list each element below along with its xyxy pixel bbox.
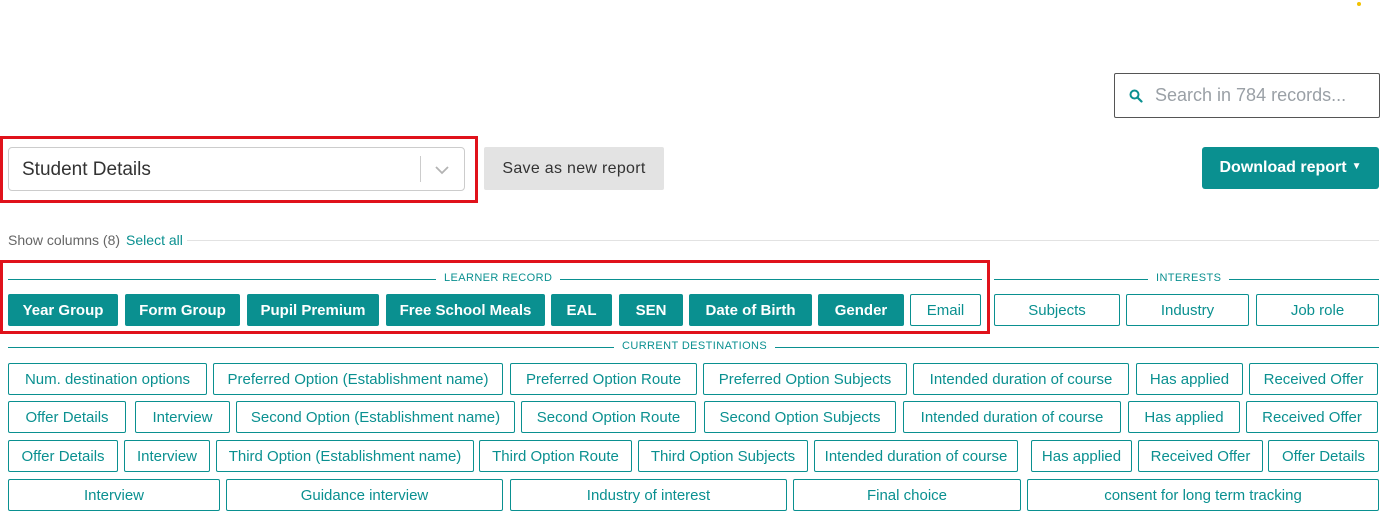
column-chip[interactable]: Second Option (Establishment name) — [236, 401, 515, 433]
learner-record-header: LEARNER RECORD — [8, 272, 982, 286]
search-box[interactable] — [1114, 73, 1380, 118]
column-chip[interactable]: Form Group — [125, 294, 240, 326]
learner-record-title: LEARNER RECORD — [436, 272, 561, 284]
column-chip[interactable]: Date of Birth — [689, 294, 812, 326]
column-chip[interactable]: Email — [910, 294, 981, 326]
column-chip[interactable]: Intended duration of course — [814, 440, 1018, 472]
column-chip[interactable]: Subjects — [994, 294, 1120, 326]
column-chip[interactable]: Third Option Subjects — [638, 440, 808, 472]
column-chip[interactable]: Received Offer — [1249, 363, 1378, 395]
column-chip[interactable]: Interview — [135, 401, 230, 433]
report-select-value: Student Details — [22, 159, 151, 180]
search-icon — [1129, 89, 1143, 103]
column-chip[interactable]: Second Option Subjects — [704, 401, 896, 433]
column-chip[interactable]: Received Offer — [1246, 401, 1378, 433]
column-chip[interactable]: Industry of interest — [510, 479, 787, 511]
column-chip[interactable]: Second Option Route — [521, 401, 696, 433]
save-as-new-report-button[interactable]: Save as new report — [484, 147, 664, 190]
column-chip[interactable]: Intended duration of course — [913, 363, 1129, 395]
column-chip[interactable]: Has applied — [1136, 363, 1243, 395]
column-chip[interactable]: Preferred Option Route — [510, 363, 697, 395]
column-chip[interactable]: Preferred Option Subjects — [703, 363, 907, 395]
caret-down-icon: ▼ — [1351, 161, 1362, 172]
column-chip[interactable]: EAL — [551, 294, 612, 326]
select-separator — [420, 156, 421, 182]
column-chip[interactable]: Third Option (Establishment name) — [216, 440, 474, 472]
column-chip[interactable]: Third Option Route — [479, 440, 632, 472]
select-all-link[interactable]: Select all — [126, 232, 183, 248]
column-chip[interactable]: Has applied — [1031, 440, 1132, 472]
column-chip[interactable]: Intended duration of course — [903, 401, 1121, 433]
column-chip[interactable]: Industry — [1126, 294, 1249, 326]
column-chip[interactable]: Gender — [818, 294, 904, 326]
column-chip[interactable]: Free School Meals — [386, 294, 545, 326]
column-chip[interactable]: Interview — [124, 440, 210, 472]
column-chip[interactable]: Num. destination options — [8, 363, 207, 395]
search-input[interactable] — [1153, 74, 1373, 117]
interests-header: INTERESTS — [994, 272, 1379, 286]
show-columns-row: Show columns (8) Select all — [8, 232, 183, 248]
show-columns-label: Show columns (8) — [8, 232, 121, 248]
column-chip[interactable]: Offer Details — [8, 401, 126, 433]
column-chip[interactable]: Offer Details — [1268, 440, 1379, 472]
interests-title: INTERESTS — [1148, 272, 1230, 284]
download-report-button[interactable]: Download report ▼ — [1202, 147, 1379, 189]
column-chip[interactable]: Interview — [8, 479, 220, 511]
column-chip[interactable]: Has applied — [1128, 401, 1240, 433]
column-chip[interactable]: SEN — [619, 294, 683, 326]
divider — [187, 240, 1379, 241]
current-destinations-title: CURRENT DESTINATIONS — [614, 340, 776, 352]
column-chip[interactable]: Offer Details — [8, 440, 118, 472]
column-chip[interactable]: Pupil Premium — [247, 294, 379, 326]
chevron-down-icon[interactable] — [433, 161, 451, 179]
report-select[interactable]: Student Details — [8, 147, 465, 191]
column-chip[interactable]: Final choice — [793, 479, 1021, 511]
column-chip[interactable]: Preferred Option (Establishment name) — [213, 363, 503, 395]
column-chip[interactable]: Guidance interview — [226, 479, 503, 511]
column-chip[interactable]: Year Group — [8, 294, 118, 326]
status-dot — [1357, 2, 1361, 6]
column-chip[interactable]: Job role — [1256, 294, 1379, 326]
column-chip[interactable]: consent for long term tracking — [1027, 479, 1379, 511]
column-chip[interactable]: Received Offer — [1138, 440, 1263, 472]
download-report-label: Download report — [1219, 159, 1347, 176]
current-destinations-header: CURRENT DESTINATIONS — [8, 340, 1379, 354]
